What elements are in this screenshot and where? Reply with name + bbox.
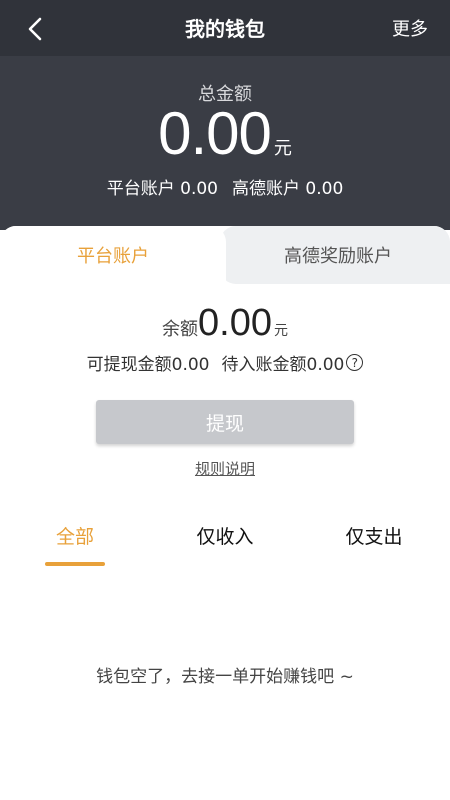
back-button[interactable] xyxy=(18,12,52,46)
empty-state-message: 钱包空了，去接一单开始赚钱吧 ~ xyxy=(96,667,354,687)
rules-link-row: 规则说明 xyxy=(0,458,450,479)
filter-tabs: 全部 仅收入 仅支出 xyxy=(0,522,450,572)
tab-expense-only[interactable]: 仅支出 xyxy=(334,522,414,549)
balance-label: 余额 xyxy=(162,319,199,340)
balance-value: 0.00 xyxy=(198,302,272,344)
total-amount: 0.00 元 xyxy=(0,102,450,181)
pending-amount: 待入账金额0.00 xyxy=(221,355,345,375)
withdrawable-amount: 可提现金额0.00 xyxy=(86,355,210,375)
tab-all[interactable]: 全部 xyxy=(45,522,105,549)
more-button[interactable]: 更多 xyxy=(392,15,428,41)
account-card: 高德奖励账户 平台账户 余额0.00 元 可提现金额0.00 待入账金额0.00 … xyxy=(0,226,450,800)
total-amount-value: 0.00 xyxy=(158,100,272,167)
amounts-row: 可提现金额0.00 待入账金额0.00 ? xyxy=(0,350,450,375)
platform-account-summary: 平台账户 0.00 xyxy=(106,179,218,199)
withdraw-button[interactable]: 提现 xyxy=(96,400,354,444)
account-tabs: 高德奖励账户 平台账户 xyxy=(0,226,450,284)
balance-unit: 元 xyxy=(273,323,288,339)
total-amount-unit: 元 xyxy=(273,138,292,159)
tab-income-only[interactable]: 仅收入 xyxy=(185,522,265,549)
tab-gaode-reward-account[interactable]: 高德奖励账户 xyxy=(220,226,450,284)
tab-platform-account[interactable]: 平台账户 xyxy=(0,226,226,284)
balance-display: 余额0.00 元 xyxy=(0,300,450,354)
rules-link[interactable]: 规则说明 xyxy=(195,460,255,478)
active-tab-indicator xyxy=(45,562,105,566)
nav-bar: 我的钱包 更多 xyxy=(0,0,450,56)
wallet-header: 我的钱包 更多 总金额 0.00 元 平台账户 0.00 高德账户 0.00 xyxy=(0,0,450,230)
chevron-left-icon xyxy=(28,17,42,41)
help-icon[interactable]: ? xyxy=(346,354,364,371)
sub-account-summary: 平台账户 0.00 高德账户 0.00 xyxy=(0,174,450,199)
gaode-account-summary: 高德账户 0.00 xyxy=(232,179,344,199)
page-title: 我的钱包 xyxy=(185,17,265,41)
